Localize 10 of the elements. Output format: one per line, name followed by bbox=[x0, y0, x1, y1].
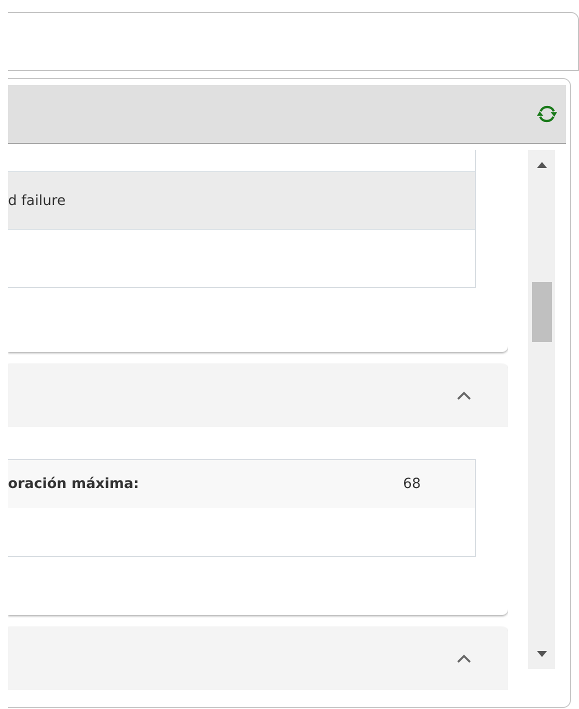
chevron-up-icon[interactable] bbox=[456, 390, 472, 400]
scroll-up-icon[interactable] bbox=[536, 162, 546, 168]
refresh-icon[interactable] bbox=[536, 103, 558, 125]
field-value: 68 bbox=[403, 476, 421, 492]
scroll-down-icon[interactable] bbox=[536, 651, 546, 657]
scrollbar[interactable] bbox=[528, 150, 555, 669]
scrollbar-thumb[interactable] bbox=[532, 282, 552, 342]
table-cell: d failure bbox=[8, 192, 66, 208]
field-label: oración máxima: bbox=[8, 476, 140, 492]
chevron-up-icon[interactable] bbox=[456, 654, 472, 664]
